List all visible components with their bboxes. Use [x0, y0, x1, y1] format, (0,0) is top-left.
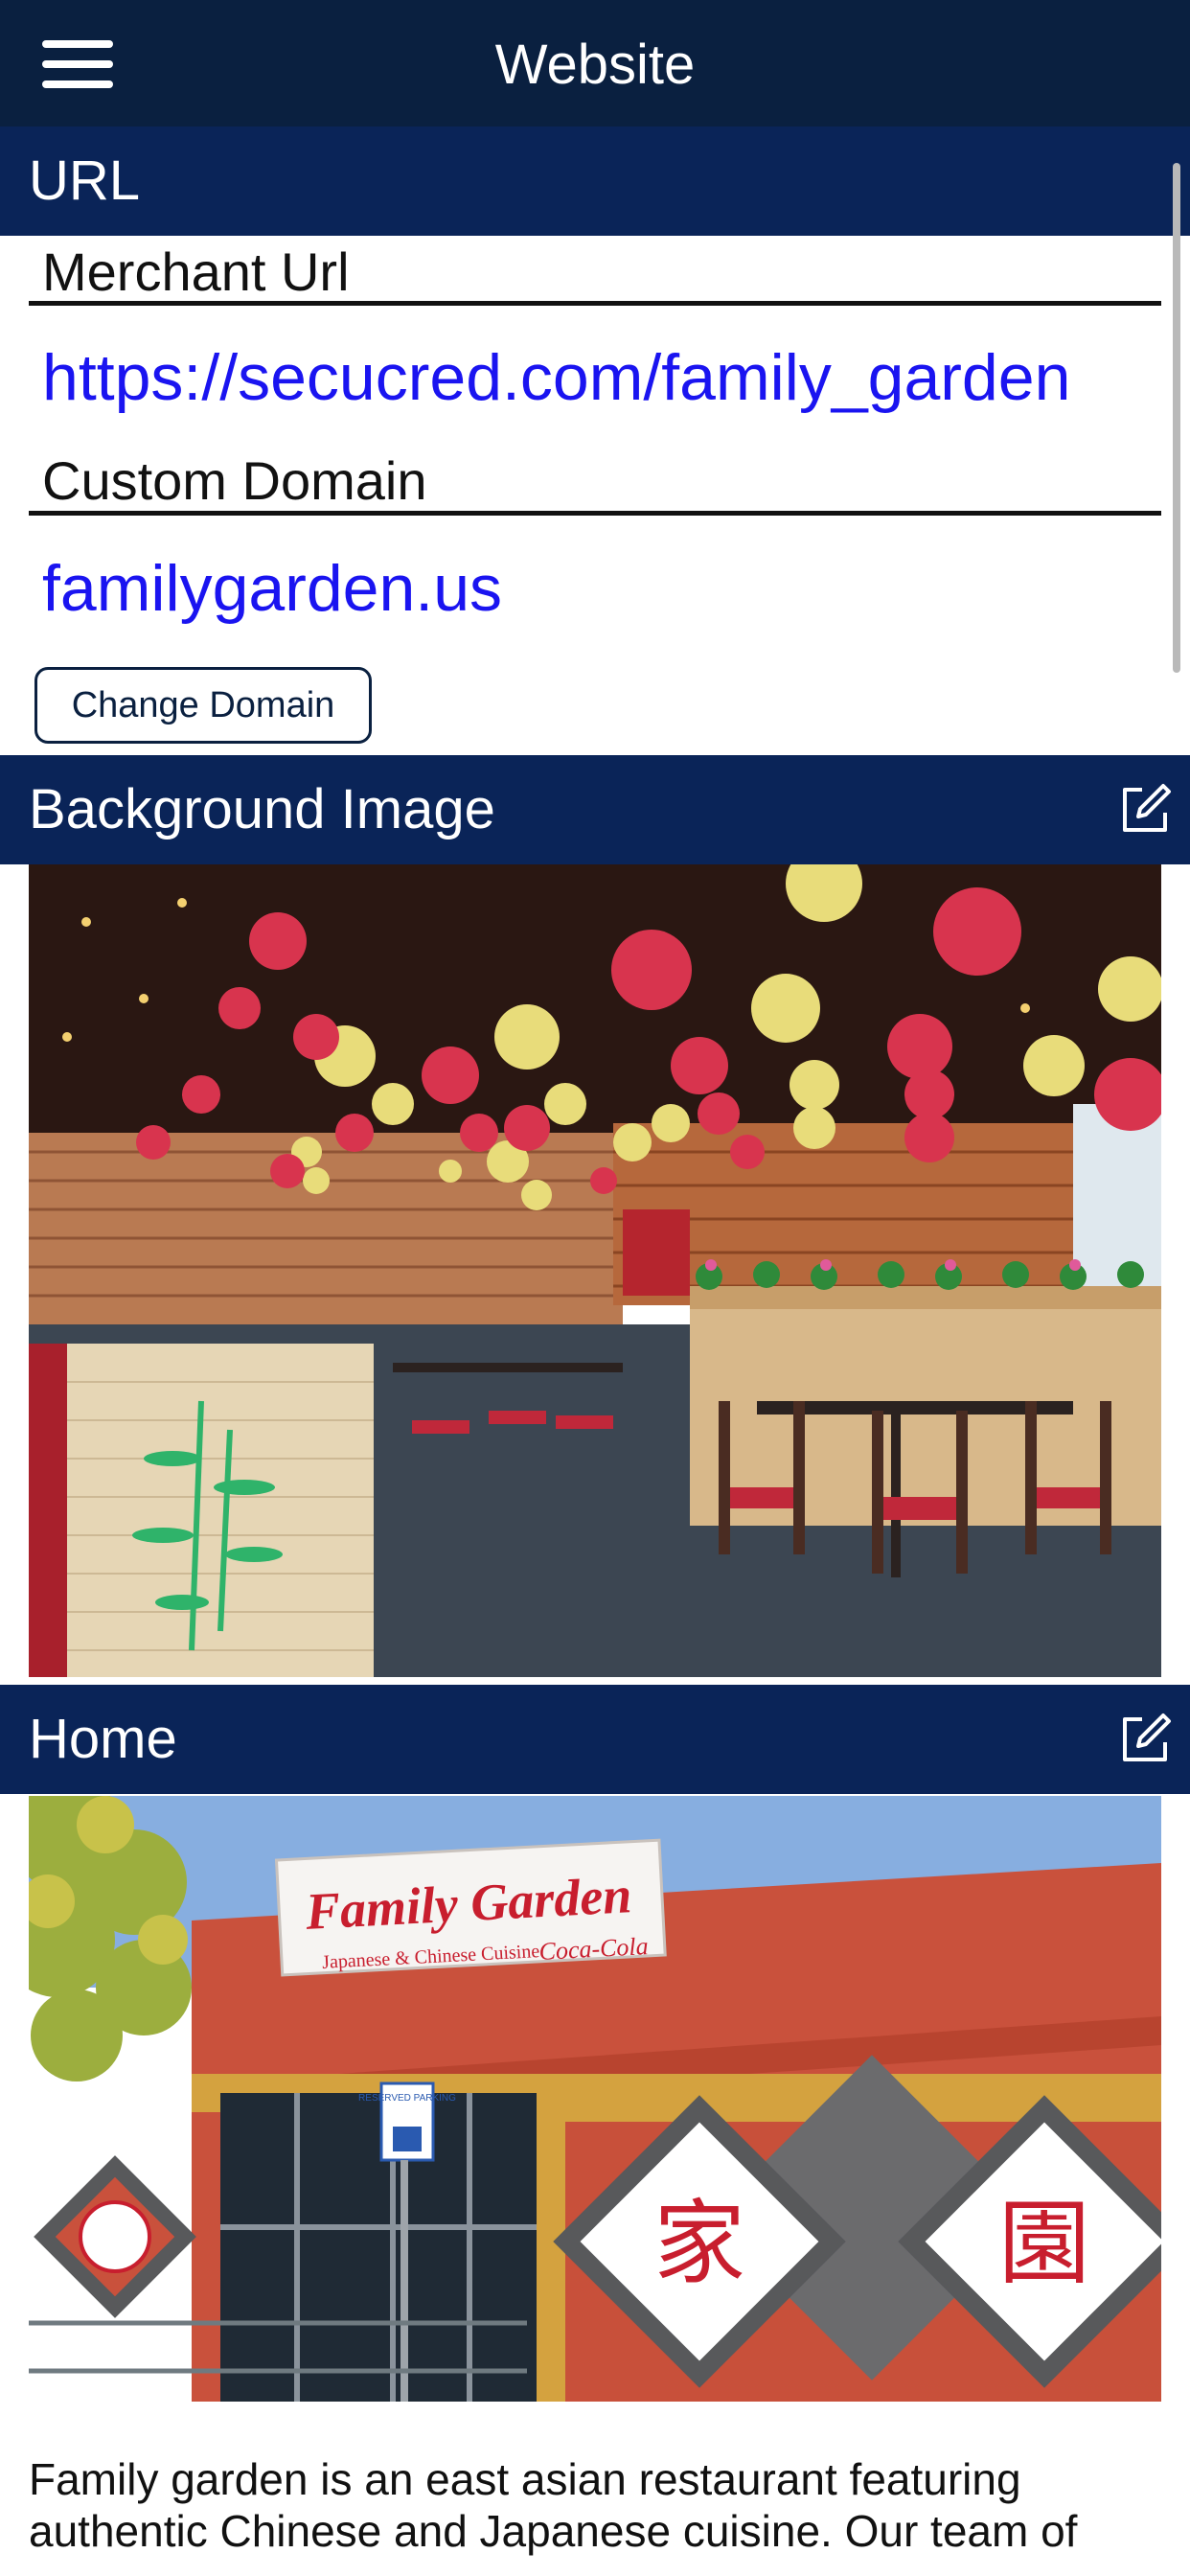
background-image-section-header: Background Image — [0, 755, 1190, 864]
page-title: Website — [494, 34, 696, 96]
merchant-url-link[interactable]: https://secucred.com/family_garden — [42, 337, 1070, 418]
background-image — [29, 864, 1161, 1677]
home-section-header: Home — [0, 1685, 1190, 1794]
background-image-section-title: Background Image — [29, 778, 495, 840]
edit-square-icon[interactable] — [1117, 1712, 1173, 1767]
sign-brand: Coca-Cola — [538, 1932, 649, 1966]
url-section-header: URL — [0, 126, 1190, 236]
home-image: Family Garden Japanese & Chinese Cuisine… — [29, 1796, 1161, 2402]
sign-char-left: 家 — [653, 2190, 745, 2297]
home-section-title: Home — [29, 1708, 177, 1770]
edit-square-icon[interactable] — [1117, 782, 1173, 838]
custom-domain-link[interactable]: familygarden.us — [42, 548, 502, 629]
parking-sign: RESERVED PARKING — [358, 2093, 456, 2104]
merchant-url-label: Merchant Url — [42, 242, 350, 302]
custom-domain-divider — [29, 511, 1161, 516]
custom-domain-label: Custom Domain — [42, 450, 427, 511]
home-description: Family garden is an east asian restauran… — [29, 2454, 1078, 2556]
sign-char-right: 園 — [998, 2190, 1090, 2297]
scrollbar[interactable] — [1173, 163, 1180, 673]
top-app-bar: Website — [0, 0, 1190, 126]
url-section-title: URL — [29, 150, 141, 212]
change-domain-button[interactable]: Change Domain — [34, 667, 372, 744]
merchant-url-divider — [29, 301, 1161, 306]
